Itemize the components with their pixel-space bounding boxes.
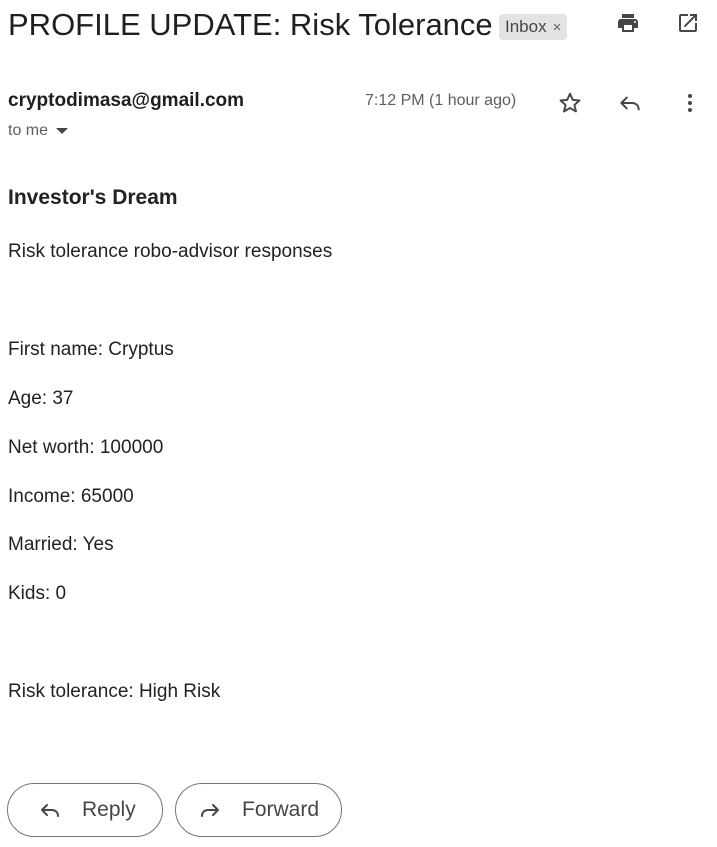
forward-button-label: Forward	[242, 798, 320, 821]
remove-label-button[interactable]: ×	[553, 19, 562, 36]
field-income: Income: 65000	[8, 486, 134, 507]
chevron-down-icon[interactable]	[56, 128, 69, 134]
subject-row: PROFILE UPDATE: Risk Tolerance Inbox ×	[8, 4, 717, 44]
body-title: Investor's Dream	[8, 186, 178, 209]
email-subject: PROFILE UPDATE: Risk Tolerance	[8, 7, 493, 42]
recipient-line: to me	[8, 122, 69, 140]
recipient-text: to me	[8, 122, 49, 139]
reply-button-label: Reply	[82, 798, 136, 821]
reply-icon	[41, 804, 59, 817]
body-subtitle: Risk tolerance robo-advisor responses	[8, 241, 333, 262]
forward-button[interactable]: Forward	[175, 783, 342, 837]
field-risk-tolerance: Risk tolerance: High Risk	[8, 681, 221, 702]
sender-email: cryptodimasa@gmail.com	[8, 90, 245, 111]
star-icon[interactable]	[556, 89, 584, 117]
field-kids: Kids: 0	[8, 583, 67, 604]
field-net-worth: Net worth: 100000	[8, 437, 164, 458]
field-first-name: First name: Cryptus	[8, 339, 174, 360]
print-icon[interactable]	[614, 9, 642, 37]
label-chip-text: Inbox	[505, 17, 547, 36]
reply-button[interactable]: Reply	[7, 783, 163, 837]
timestamp: 7:12 PM (1 hour ago)	[365, 92, 517, 109]
reply-icon[interactable]	[616, 89, 644, 117]
more-vert-icon[interactable]	[676, 89, 704, 117]
field-married: Married: Yes	[8, 534, 114, 555]
inbox-label-chip[interactable]: Inbox ×	[499, 14, 568, 40]
open-in-new-icon[interactable]	[674, 9, 702, 37]
forward-icon	[201, 804, 219, 817]
field-age: Age: 37	[8, 388, 74, 409]
